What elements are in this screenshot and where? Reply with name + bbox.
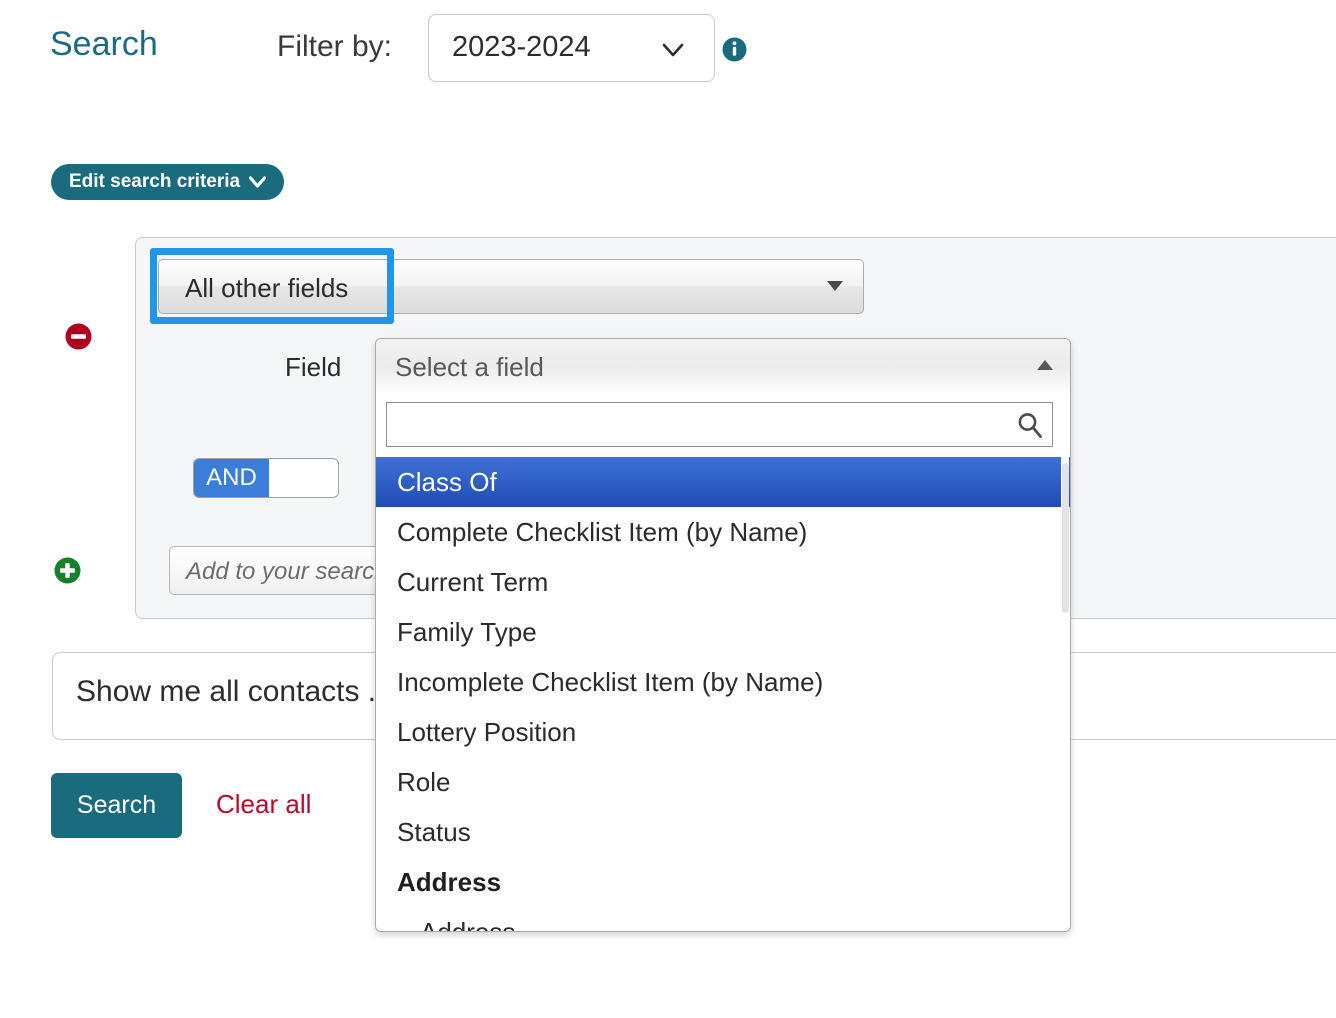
page-title: Search — [50, 25, 158, 64]
info-icon[interactable] — [722, 37, 747, 62]
search-button[interactable]: Search — [51, 773, 182, 838]
field-option-item[interactable]: Complete Checklist Item (by Name) — [376, 507, 1070, 557]
field-label: Field — [285, 352, 341, 383]
filter-by-value: 2023-2024 — [452, 31, 591, 64]
search-summary-text: Show me all contacts ... — [76, 675, 393, 709]
field-category-value: All other fields — [185, 273, 348, 304]
field-option-item[interactable]: Status — [376, 807, 1070, 857]
field-option-item[interactable]: Address — [376, 907, 1070, 931]
and-toggle-label: AND — [194, 459, 269, 497]
field-select-dropdown[interactable]: Select a field Class OfComplete Checklis… — [375, 338, 1071, 932]
edit-search-criteria-label: Edit search criteria — [69, 171, 240, 193]
add-criteria-row-button[interactable] — [54, 557, 81, 584]
clear-all-link[interactable]: Clear all — [216, 789, 311, 820]
triangle-up-icon[interactable] — [1037, 360, 1053, 370]
and-or-toggle[interactable]: AND — [193, 458, 339, 498]
triangle-down-icon — [827, 281, 843, 291]
field-option-item[interactable]: Current Term — [376, 557, 1070, 607]
field-option-item[interactable]: Role — [376, 757, 1070, 807]
field-group-header: Address — [376, 857, 1070, 907]
page-header: Search Filter by: 2023-2024 — [0, 0, 1336, 100]
chevron-down-icon — [660, 37, 686, 63]
field-dropdown-search-input[interactable] — [387, 403, 1007, 446]
field-dropdown-list[interactable]: Class OfComplete Checklist Item (by Name… — [376, 457, 1070, 931]
field-option-item[interactable]: Class Of — [376, 457, 1070, 507]
search-icon[interactable] — [1016, 411, 1044, 439]
field-dropdown-search[interactable] — [386, 402, 1053, 447]
remove-criteria-row-button[interactable] — [65, 323, 92, 350]
field-category-select[interactable]: All other fields — [158, 259, 864, 314]
edit-search-criteria-button[interactable]: Edit search criteria — [51, 164, 284, 200]
field-dropdown-header-label: Select a field — [395, 352, 544, 383]
field-dropdown-header[interactable]: Select a field — [376, 339, 1070, 396]
chevron-down-icon — [249, 176, 266, 188]
field-dropdown-scrollbar-thumb[interactable] — [1062, 463, 1069, 613]
filter-by-select[interactable]: 2023-2024 — [428, 14, 715, 82]
field-option-item[interactable]: Incomplete Checklist Item (by Name) — [376, 657, 1070, 707]
filter-by-label: Filter by: — [277, 30, 392, 64]
field-option-item[interactable]: Family Type — [376, 607, 1070, 657]
field-option-item[interactable]: Lottery Position — [376, 707, 1070, 757]
